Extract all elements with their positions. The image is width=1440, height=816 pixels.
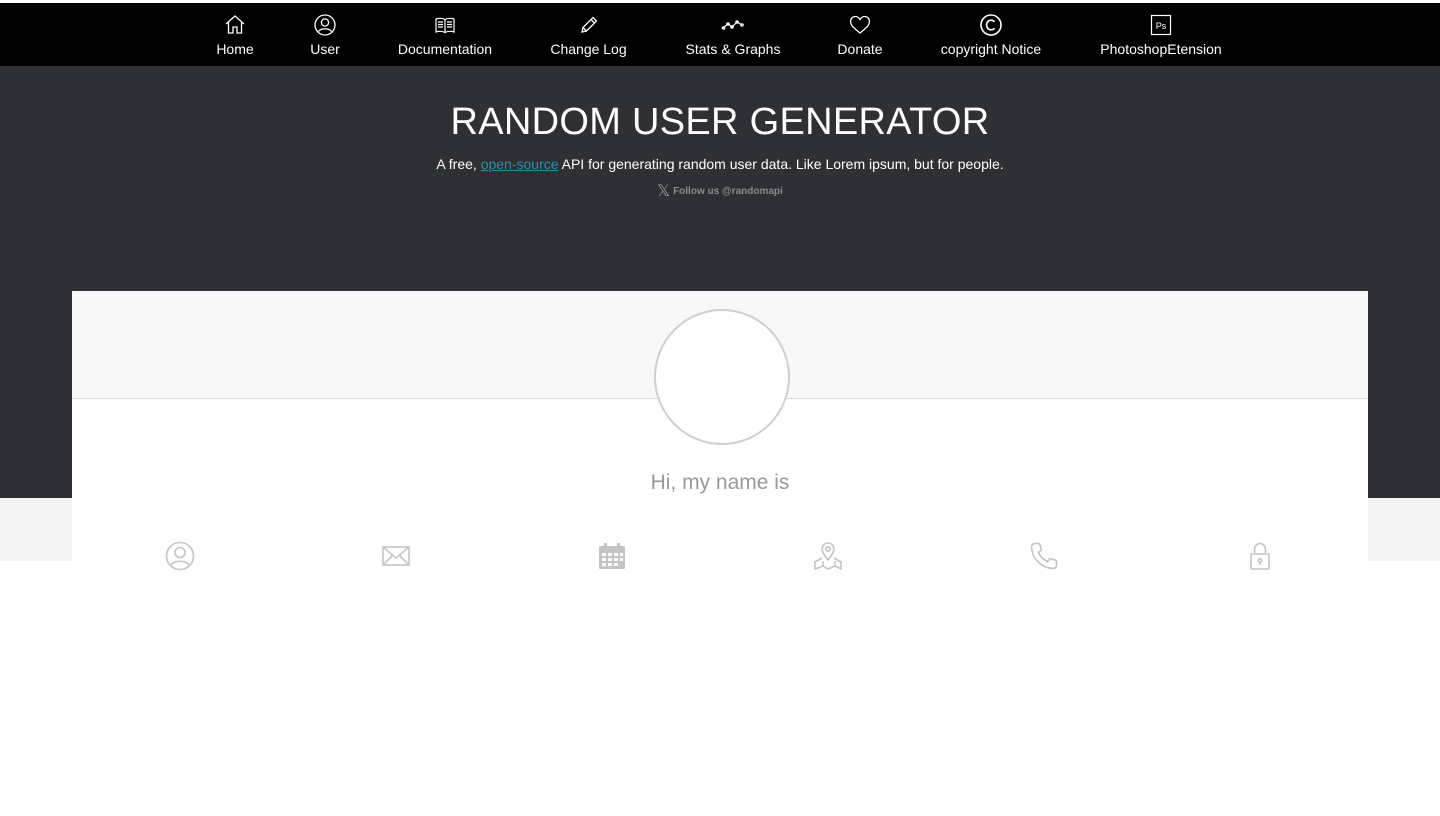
page-title: RANDOM USER GENERATOR xyxy=(450,101,990,143)
nav-item-donate[interactable]: Donate xyxy=(835,3,885,66)
nav-label-documentation: Documentation xyxy=(397,41,493,57)
detail-user-icon[interactable] xyxy=(164,540,196,572)
open-source-link[interactable]: open-source xyxy=(481,156,559,172)
x-logo-icon: 𝕏 xyxy=(657,183,671,200)
pencil-icon xyxy=(577,13,601,37)
subtitle-suffix: API for generating random user data. Lik… xyxy=(558,156,1004,172)
heart-icon xyxy=(848,13,872,37)
photoshop-icon-text: Ps xyxy=(1156,21,1167,31)
top-navbar: Home User Documentation Change Log Stats… xyxy=(0,3,1440,66)
nav-item-user[interactable]: User xyxy=(305,3,345,66)
detail-map-icon[interactable] xyxy=(812,540,844,572)
nav-item-change-log[interactable]: Change Log xyxy=(546,3,631,66)
nav-item-home[interactable]: Home xyxy=(212,3,258,66)
nav-label-home: Home xyxy=(216,41,254,57)
subtitle-prefix: A free, xyxy=(436,156,481,172)
follow-link[interactable]: 𝕏 Follow us @randomapi xyxy=(0,181,1440,201)
nav-item-photoshop-extension[interactable]: Ps PhotoshopEtension xyxy=(1096,3,1226,66)
home-icon xyxy=(223,13,247,37)
book-icon xyxy=(433,13,457,37)
nav-label-copyright-notice: copyright Notice xyxy=(940,41,1042,57)
nav-label-stats-graphs: Stats & Graphs xyxy=(685,41,781,57)
detail-lock-icon[interactable] xyxy=(1244,540,1276,572)
nav-item-stats-graphs[interactable]: Stats & Graphs xyxy=(682,3,784,66)
nav-label-donate: Donate xyxy=(837,41,883,57)
greeting-text: Hi, my name is xyxy=(650,471,790,494)
photoshop-icon: Ps xyxy=(1149,13,1173,37)
nav-label-user: User xyxy=(310,41,340,57)
graph-icon xyxy=(721,13,745,37)
user-icon xyxy=(313,13,337,37)
copyright-icon xyxy=(979,13,1003,37)
user-card: Hi, my name is xyxy=(72,291,1368,571)
hero-subtitle: A free, open-source API for generating r… xyxy=(0,156,1440,172)
nav-label-change-log: Change Log xyxy=(550,41,627,57)
nav-item-copyright-notice[interactable]: copyright Notice xyxy=(936,3,1046,66)
nav-label-photoshop-extension: PhotoshopEtension xyxy=(1100,41,1222,57)
avatar xyxy=(654,309,790,445)
detail-envelope-icon[interactable] xyxy=(380,540,412,572)
detail-calendar-icon[interactable] xyxy=(596,540,628,572)
detail-phone-icon[interactable] xyxy=(1028,540,1060,572)
follow-text: Follow us @randomapi xyxy=(673,185,783,197)
nav-item-documentation[interactable]: Documentation xyxy=(395,3,495,66)
